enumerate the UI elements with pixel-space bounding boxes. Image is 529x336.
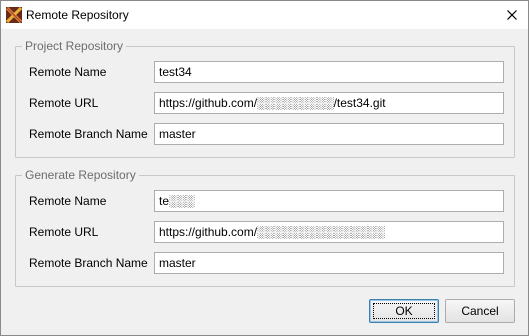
dialog-window: Remote Repository Project Repository Rem… (0, 0, 529, 336)
project-remote-branch-input[interactable] (154, 123, 504, 145)
group-legend: Project Repository (22, 39, 127, 53)
project-remote-url-input[interactable] (154, 92, 504, 114)
project-remote-name-input[interactable] (154, 61, 504, 83)
field-label: Remote URL (29, 225, 99, 239)
field-label: Remote URL (29, 96, 99, 110)
title-bar[interactable]: Remote Repository (1, 1, 528, 29)
field-label: Remote Name (29, 194, 107, 208)
generate-remote-branch-input[interactable] (154, 252, 504, 274)
generate-remote-name-row: Remote Name (16, 190, 514, 212)
project-remote-branch-row: Remote Branch Name (16, 123, 514, 145)
cancel-button[interactable]: Cancel (445, 299, 515, 323)
generate-remote-url-row: Remote URL (16, 221, 514, 243)
cancel-button-label: Cancel (461, 304, 499, 318)
close-icon (507, 10, 517, 20)
focus-ring (373, 303, 435, 319)
field-label: Remote Branch Name (29, 127, 148, 141)
window-title: Remote Repository (26, 8, 129, 22)
group-legend: Generate Repository (22, 168, 139, 182)
project-remote-name-row: Remote Name (16, 61, 514, 83)
generate-repository-group: Generate Repository Remote Name Remote U… (15, 168, 515, 287)
ok-button[interactable]: OK (369, 299, 439, 323)
field-label: Remote Name (29, 65, 107, 79)
app-logo-icon (5, 6, 23, 24)
close-button[interactable] (502, 5, 522, 25)
field-label: Remote Branch Name (29, 256, 148, 270)
project-repository-group: Project Repository Remote Name Remote UR… (15, 39, 515, 158)
generate-remote-branch-row: Remote Branch Name (16, 252, 514, 274)
project-remote-url-row: Remote URL (16, 92, 514, 114)
generate-remote-url-input[interactable] (154, 221, 504, 243)
generate-remote-name-input[interactable] (154, 190, 504, 212)
